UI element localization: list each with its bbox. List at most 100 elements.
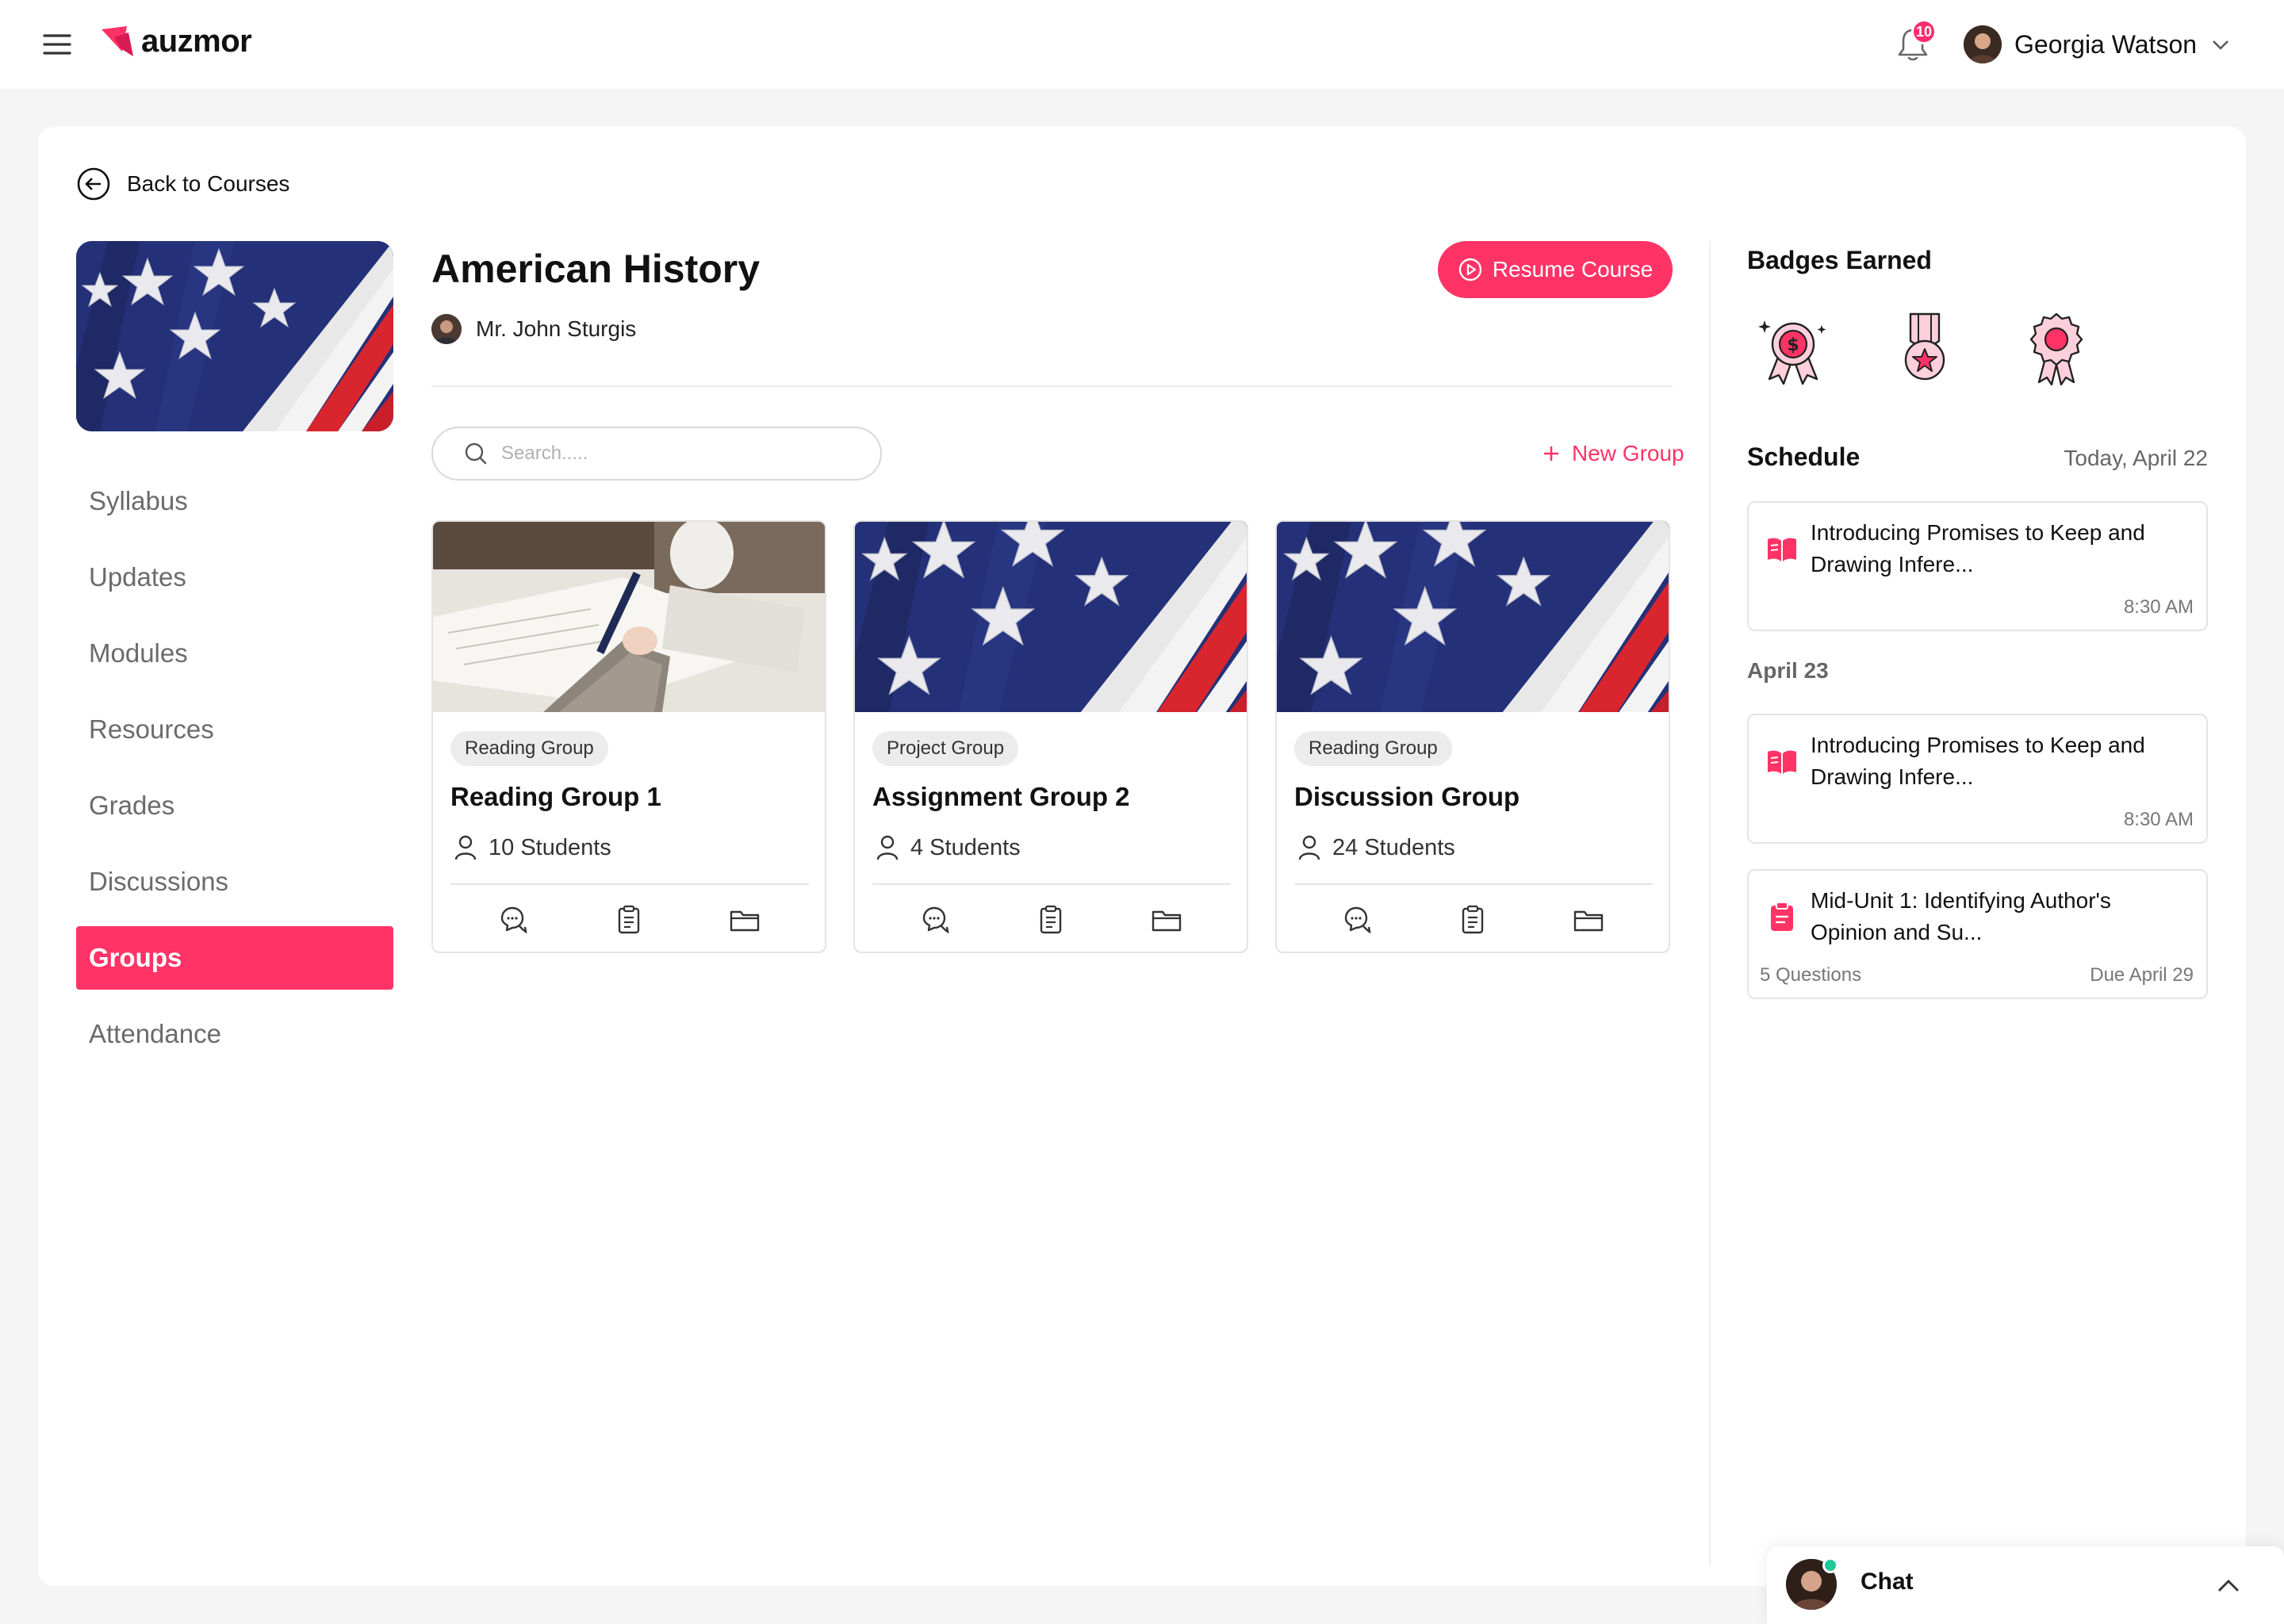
group-title: Discussion Group xyxy=(1294,782,1520,811)
group-students: 10 Students xyxy=(454,834,611,861)
group-cards: Reading Group Reading Group 1 10 Student… xyxy=(431,520,1670,953)
group-card-image xyxy=(433,522,825,712)
nav-item-attendance[interactable]: Attendance xyxy=(76,1002,393,1066)
nav-item-updates[interactable]: Updates xyxy=(76,546,393,609)
group-students: 24 Students xyxy=(1297,834,1455,861)
plus-icon xyxy=(1544,446,1558,461)
teacher-name: Mr. John Sturgis xyxy=(476,316,637,341)
column-divider xyxy=(1709,241,1711,1565)
course-panel: Back to Courses Syllabus Updates Modules… xyxy=(38,127,2246,1586)
top-bar: auzmor 10 Georgia Watson xyxy=(0,0,2284,89)
schedule-day-label: April 23 xyxy=(1747,658,1829,683)
new-group-label: New Group xyxy=(1572,441,1684,465)
group-card-actions xyxy=(855,902,1247,937)
card-divider xyxy=(1294,883,1653,885)
user-menu[interactable]: Georgia Watson xyxy=(1964,24,2232,65)
folder-icon[interactable] xyxy=(727,902,762,937)
badges-list: $ xyxy=(1755,309,2094,385)
user-avatar xyxy=(1964,25,2002,63)
group-card[interactable]: Reading Group Discussion Group 24 Studen… xyxy=(1275,520,1670,953)
clipboard-icon[interactable] xyxy=(1455,902,1490,937)
back-to-courses-link[interactable]: Back to Courses xyxy=(76,167,289,201)
user-icon xyxy=(454,835,477,860)
chevron-down-icon xyxy=(2213,40,2228,50)
user-icon xyxy=(876,835,899,860)
menu-icon[interactable] xyxy=(41,29,73,60)
nav-item-groups[interactable]: Groups xyxy=(76,926,393,990)
schedule-item-questions: 5 Questions xyxy=(1760,964,1862,986)
brand-name: auzmor xyxy=(141,24,252,59)
group-students: 4 Students xyxy=(876,834,1021,861)
schedule-item-time: 8:30 AM xyxy=(2123,596,2194,618)
schedule-item-title: Introducing Promises to Keep and Drawing… xyxy=(1811,520,2145,576)
play-circle-icon xyxy=(1458,258,1482,282)
schedule-item-title: Introducing Promises to Keep and Drawing… xyxy=(1811,733,2145,789)
group-type-tag: Project Group xyxy=(872,731,1019,766)
user-icon xyxy=(1298,835,1320,860)
new-group-button[interactable]: New Group xyxy=(1542,436,1684,471)
teacher-info: Mr. John Sturgis xyxy=(431,314,636,344)
rosette-badge-icon[interactable] xyxy=(2018,309,2094,385)
back-to-courses-label: Back to Courses xyxy=(127,171,290,196)
group-card[interactable]: Project Group Assignment Group 2 4 Stude… xyxy=(853,520,1248,953)
star-medal-icon[interactable] xyxy=(1887,309,1963,385)
schedule-item[interactable]: Introducing Promises to Keep and Drawing… xyxy=(1747,501,2208,631)
chevron-up-icon[interactable] xyxy=(2214,1572,2243,1600)
schedule-item-due: Due April 29 xyxy=(2090,964,2194,986)
search-icon xyxy=(465,442,487,465)
resume-course-button[interactable]: Resume Course xyxy=(1438,241,1673,298)
group-student-count: 24 Students xyxy=(1332,834,1455,860)
group-search-input[interactable] xyxy=(501,442,850,465)
folder-icon[interactable] xyxy=(1149,902,1184,937)
clipboard-icon xyxy=(1765,899,1799,934)
course-cover-image xyxy=(76,241,393,431)
chat-bubbles-icon[interactable] xyxy=(496,902,531,937)
schedule-item-title: Mid-Unit 1: Identifying Author's Opinion… xyxy=(1811,888,2111,944)
folder-icon[interactable] xyxy=(1571,902,1606,937)
nav-item-discussions[interactable]: Discussions xyxy=(76,850,393,914)
schedule-item[interactable]: Introducing Promises to Keep and Drawing… xyxy=(1747,714,2208,844)
group-title: Assignment Group 2 xyxy=(872,782,1130,811)
group-card-actions xyxy=(1277,902,1669,937)
group-type-tag: Reading Group xyxy=(450,731,608,766)
arrow-left-circle-icon xyxy=(77,167,110,201)
chat-label: Chat xyxy=(1861,1568,1914,1595)
clipboard-icon[interactable] xyxy=(1033,902,1068,937)
notification-count-badge: 10 xyxy=(1911,19,1937,44)
group-card-image xyxy=(855,522,1247,712)
user-name: Georgia Watson xyxy=(2014,29,2198,59)
header-divider xyxy=(431,385,1673,387)
group-student-count: 4 Students xyxy=(910,834,1021,860)
nav-item-syllabus[interactable]: Syllabus xyxy=(76,469,393,533)
group-search xyxy=(431,427,882,481)
teacher-avatar xyxy=(431,314,462,344)
card-divider xyxy=(450,883,809,885)
clipboard-icon[interactable] xyxy=(611,902,646,937)
group-student-count: 10 Students xyxy=(489,834,611,860)
group-card[interactable]: Reading Group Reading Group 1 10 Student… xyxy=(431,520,826,953)
nav-item-grades[interactable]: Grades xyxy=(76,774,393,837)
resume-course-label: Resume Course xyxy=(1492,257,1654,282)
dollar-medal-icon[interactable]: $ xyxy=(1755,309,1831,385)
chat-widget[interactable]: Chat xyxy=(1767,1546,2284,1624)
group-card-image xyxy=(1277,522,1669,712)
course-nav: Syllabus Updates Modules Resources Grade… xyxy=(76,469,393,1078)
nav-item-modules[interactable]: Modules xyxy=(76,622,393,685)
schedule-title: Schedule xyxy=(1747,442,1861,471)
book-icon xyxy=(1765,744,1799,779)
card-divider xyxy=(872,883,1231,885)
group-card-actions xyxy=(433,902,825,937)
chat-bubbles-icon[interactable] xyxy=(1339,902,1374,937)
schedule-item-time: 8:30 AM xyxy=(2123,809,2194,830)
schedule-item[interactable]: Mid-Unit 1: Identifying Author's Opinion… xyxy=(1747,869,2208,999)
chat-bubbles-icon[interactable] xyxy=(918,902,952,937)
schedule-today-label: Today, April 22 xyxy=(2064,446,2208,470)
auzmor-logo-icon xyxy=(102,25,133,56)
svg-text:$: $ xyxy=(1787,335,1799,355)
brand-logo[interactable]: auzmor xyxy=(100,24,252,59)
nav-item-resources[interactable]: Resources xyxy=(76,698,393,761)
group-type-tag: Reading Group xyxy=(1294,731,1452,766)
course-title: American History xyxy=(431,247,761,291)
book-icon xyxy=(1765,531,1799,566)
online-status-dot xyxy=(1822,1557,1838,1573)
